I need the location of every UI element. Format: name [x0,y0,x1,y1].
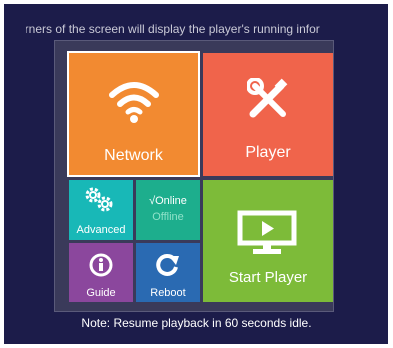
guide-label: Guide [86,287,116,299]
monitor-play-icon [237,210,297,254]
player-tile[interactable]: Player [203,53,333,176]
offline-label: Offline [152,211,184,223]
start-player-tile[interactable]: Start Player [203,180,333,302]
tools-icon [247,78,288,118]
network-label: Network [104,147,163,164]
marquee-text: corners of the screen will display the p… [26,22,320,36]
player-label: Player [245,144,291,161]
reboot-label: Reboot [150,287,186,299]
idle-note: Note: Resume playback in 60 seconds idle… [81,316,312,330]
reboot-tile[interactable]: Reboot [136,243,200,302]
advanced-label: Advanced [76,224,126,236]
start-player-label: Start Player [228,269,308,286]
network-status-tile[interactable]: √Online Offline [136,180,200,240]
guide-tile[interactable]: Guide [69,243,133,302]
wifi-icon [109,82,159,123]
gears-icon [85,187,113,212]
advanced-tile[interactable]: Advanced [69,180,133,240]
network-tile[interactable]: Network [67,51,200,177]
reboot-icon [156,253,179,276]
status-marquee: corners of the screen will display the p… [26,20,366,38]
online-label: √Online [149,195,187,207]
info-icon [89,253,113,277]
